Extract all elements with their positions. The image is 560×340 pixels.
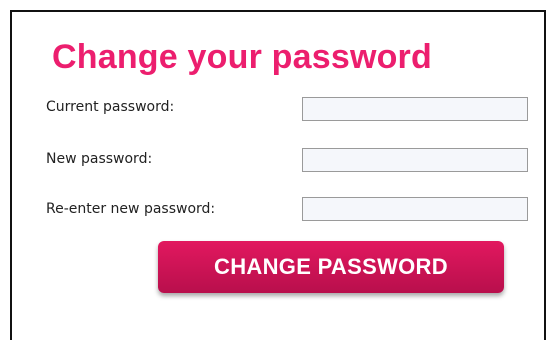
change-password-button[interactable]: CHANGE PASSWORD bbox=[158, 241, 504, 293]
new-password-field[interactable] bbox=[302, 148, 528, 172]
change-password-panel: Change your password Current password: N… bbox=[10, 10, 546, 340]
reenter-password-field[interactable] bbox=[302, 197, 528, 221]
current-password-label: Current password: bbox=[46, 99, 175, 115]
page-title: Change your password bbox=[52, 38, 432, 76]
current-password-field[interactable] bbox=[302, 97, 528, 121]
new-password-label: New password: bbox=[46, 151, 153, 167]
reenter-password-label: Re-enter new password: bbox=[46, 201, 216, 217]
